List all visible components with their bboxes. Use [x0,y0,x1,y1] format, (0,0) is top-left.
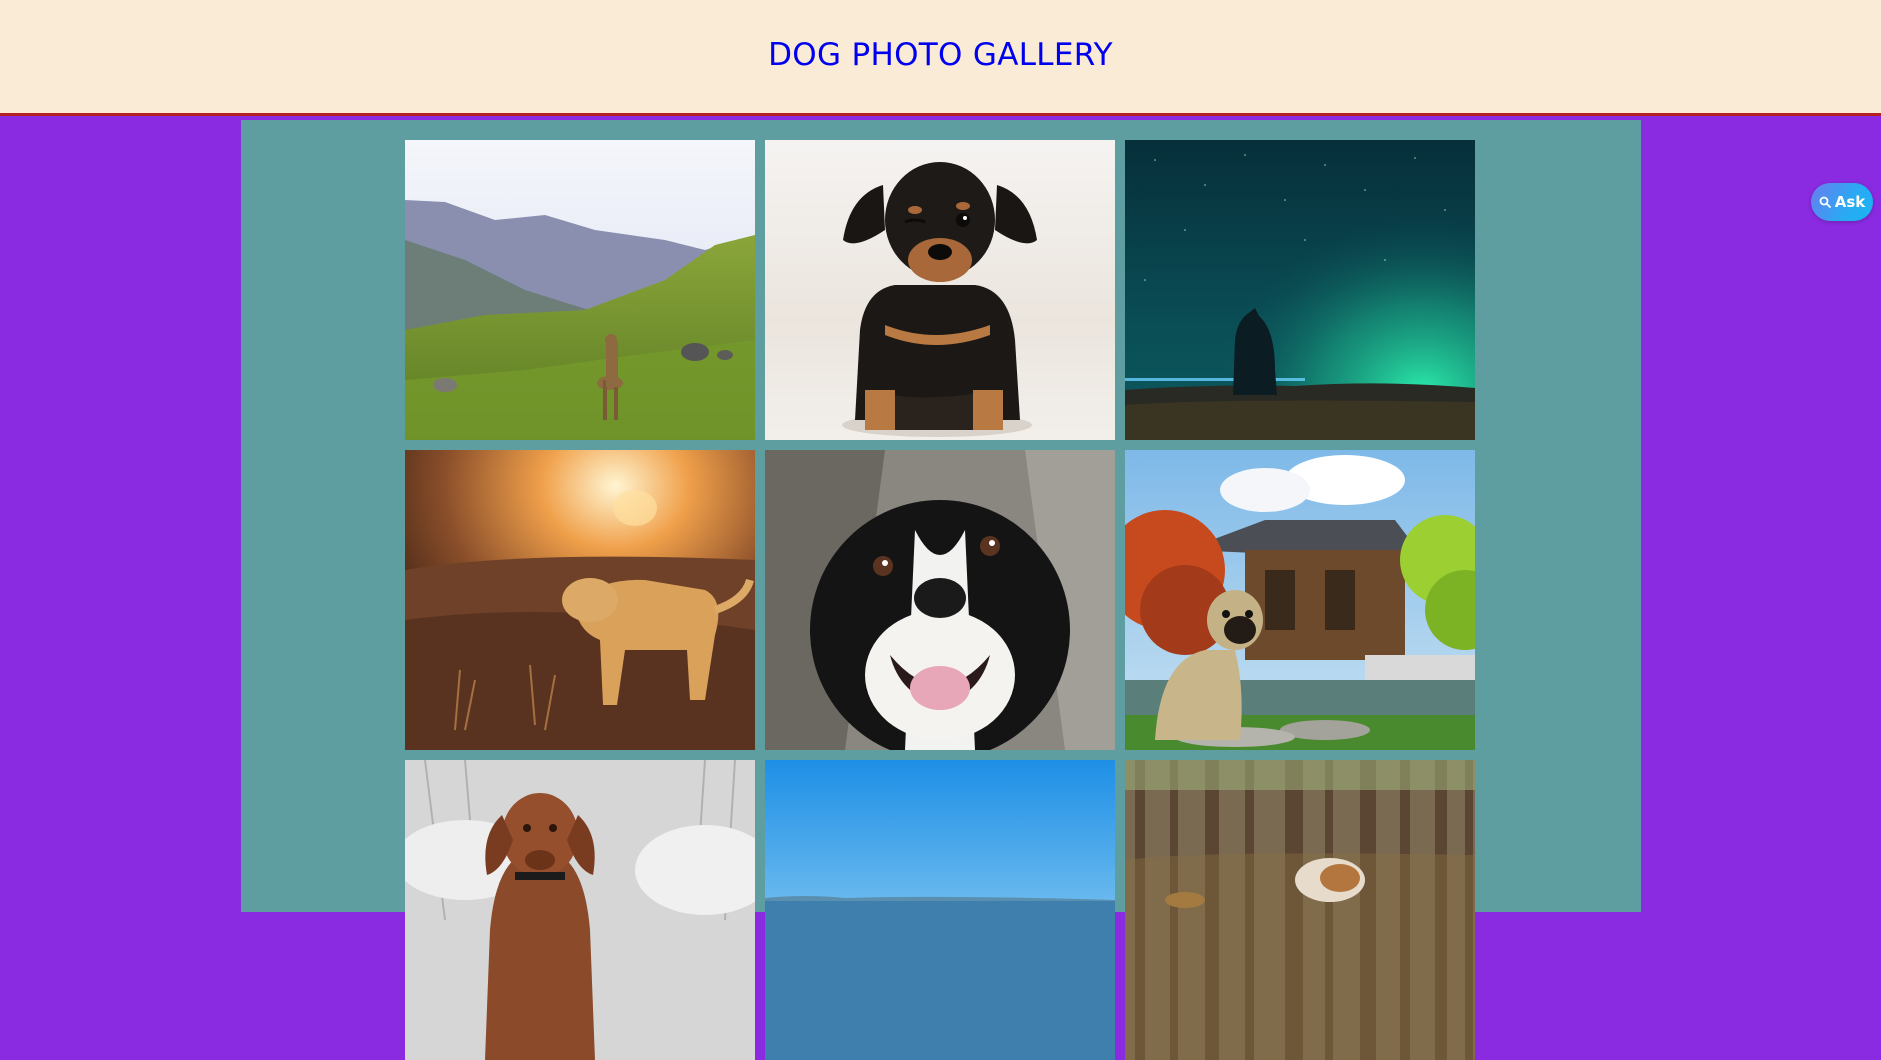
pug-pagoda-photo [1125,450,1475,750]
gallery-photo[interactable] [1125,760,1475,1060]
gallery-photo[interactable] [405,450,755,750]
dog-mountain-photo [405,140,755,440]
vizsla-snow-photo [405,760,755,1060]
dog-forest-photo [1125,760,1475,1060]
sky-sea-photo [765,760,1115,1060]
gallery-photo[interactable] [1125,450,1475,750]
magnifier-icon [1819,196,1831,208]
gallery-photo[interactable] [405,140,755,440]
page-title: DOG PHOTO GALLERY [768,36,1113,73]
gallery-photo[interactable] [765,760,1115,1060]
dog-aurora-photo [1125,140,1475,440]
gallery-photo[interactable] [1125,140,1475,440]
gallery-photo[interactable] [765,450,1115,750]
page-header: DOG PHOTO GALLERY [0,0,1881,116]
gallery-photo[interactable] [765,140,1115,440]
photo-grid [405,140,1475,1060]
golden-retriever-photo [405,450,755,750]
happy-dog-photo [765,450,1115,750]
black-puppy-photo [765,140,1115,440]
gallery-container [241,120,1641,1060]
ask-button-label: Ask [1834,193,1866,211]
ask-button[interactable]: Ask [1811,183,1873,221]
gallery-photo[interactable] [405,760,755,1060]
